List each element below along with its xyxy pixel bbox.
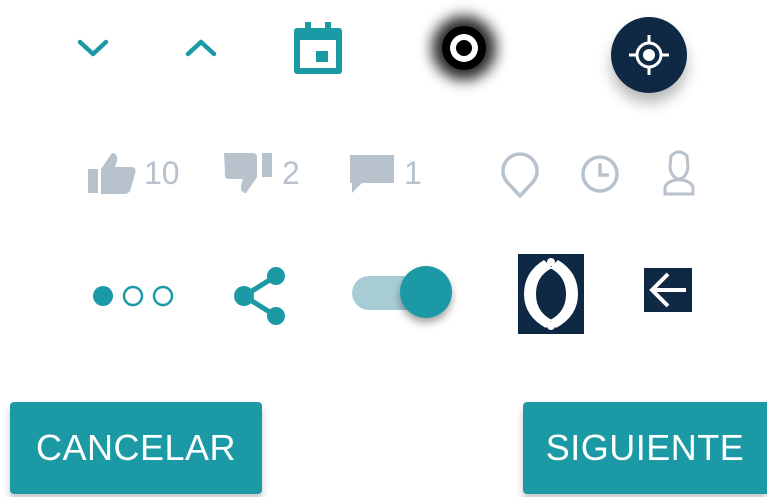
radio-dot — [456, 40, 472, 56]
page-dots-icon[interactable] — [92, 285, 176, 307]
radio-selected-icon[interactable] — [432, 16, 496, 80]
dislike-count: 2 — [282, 154, 300, 191]
user-icon[interactable] — [659, 150, 699, 196]
cancel-button[interactable]: CANCELAR — [10, 402, 262, 494]
comment-count: 1 — [404, 154, 422, 191]
comment-icon — [350, 155, 394, 193]
calendar-icon[interactable] — [292, 22, 344, 76]
locate-icon — [629, 35, 669, 75]
brand-logo — [518, 254, 584, 334]
next-button[interactable]: SIGUIENTE — [523, 402, 767, 494]
locate-button[interactable] — [611, 17, 687, 93]
location-pin-icon[interactable] — [497, 148, 543, 200]
thumb-down-icon — [224, 153, 272, 193]
chevron-down-icon[interactable] — [76, 35, 110, 61]
comment-stat[interactable]: 1 — [348, 151, 422, 195]
chevron-up-icon[interactable] — [184, 35, 218, 61]
toggle-knob — [400, 266, 452, 318]
back-arrow-icon[interactable] — [644, 268, 692, 312]
share-icon[interactable] — [232, 266, 288, 326]
dislike-stat[interactable]: 2 — [224, 151, 300, 195]
clock-icon[interactable] — [580, 154, 620, 194]
toggle-switch[interactable] — [352, 264, 460, 324]
like-stat[interactable]: 10 — [88, 151, 180, 195]
like-count: 10 — [144, 154, 180, 191]
thumb-up-icon — [88, 153, 136, 194]
